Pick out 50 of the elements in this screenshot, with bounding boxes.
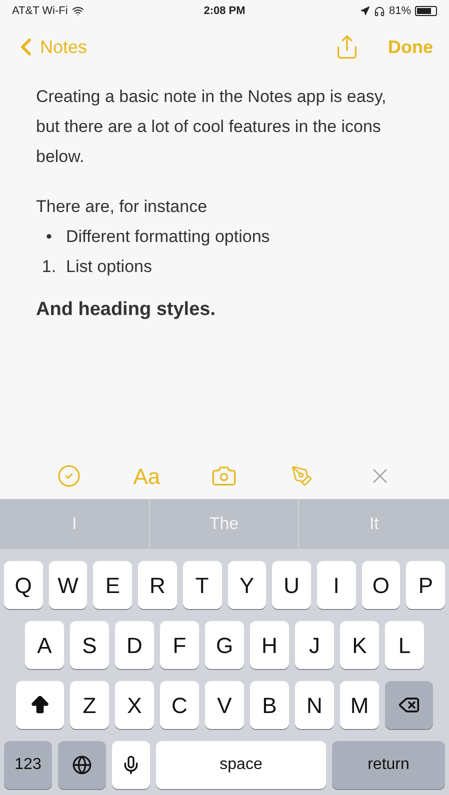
list-marker: 1. — [40, 256, 58, 278]
letter-key[interactable]: O — [362, 561, 400, 609]
globe-icon — [72, 755, 92, 775]
return-key[interactable]: return — [332, 741, 445, 789]
checkmark-circle-icon — [56, 464, 81, 488]
space-key[interactable]: space — [156, 741, 326, 789]
microphone-key[interactable] — [112, 741, 150, 789]
list-marker: • — [45, 226, 53, 248]
letter-key[interactable]: R — [138, 561, 177, 609]
letter-key[interactable]: I — [316, 561, 356, 609]
letter-key[interactable]: L — [385, 621, 424, 669]
letter-key[interactable]: B — [250, 681, 289, 729]
carrier-label: AT&T Wi-Fi — [12, 4, 68, 19]
pen-icon — [291, 465, 314, 487]
headphones-icon — [374, 6, 385, 16]
note-paragraph: There are, for instance — [36, 196, 208, 218]
letter-key[interactable]: S — [70, 621, 109, 669]
letter-key[interactable]: P — [406, 561, 446, 609]
letter-key[interactable]: E — [93, 561, 132, 609]
location-icon — [360, 6, 370, 16]
shift-icon — [29, 694, 51, 716]
letter-key[interactable]: V — [205, 681, 244, 729]
letter-key[interactable]: G — [205, 621, 244, 669]
letter-key[interactable]: X — [115, 681, 154, 729]
letter-key[interactable]: C — [160, 681, 199, 729]
letter-key[interactable]: Q — [4, 561, 43, 609]
letter-key[interactable]: D — [115, 621, 154, 669]
shift-key[interactable] — [16, 681, 64, 729]
letter-key[interactable]: W — [48, 561, 88, 609]
battery-icon — [414, 6, 437, 16]
note-paragraph: Creating a basic note in the Notes app is easy, but there are a lot of cool features in the icons below. — [36, 86, 388, 168]
letter-key[interactable]: K — [340, 621, 379, 669]
list-item-text: Different formatting options — [66, 226, 270, 248]
list-item-text: List options — [66, 256, 152, 278]
letter-key[interactable]: Y — [228, 561, 266, 609]
globe-key[interactable] — [58, 741, 106, 789]
letter-key[interactable]: H — [250, 621, 289, 669]
delete-key[interactable] — [385, 681, 433, 729]
letter-key[interactable]: Z — [70, 681, 109, 729]
letter-key[interactable]: N — [295, 681, 334, 729]
letter-key[interactable]: T — [182, 561, 222, 609]
note-heading: And heading styles. — [36, 298, 216, 322]
letter-key[interactable]: U — [272, 561, 311, 609]
clock-time: 2:08 PM — [204, 4, 246, 19]
letter-key[interactable]: F — [160, 621, 199, 669]
letter-key[interactable]: J — [295, 621, 334, 669]
numbers-key[interactable]: 123 — [4, 741, 52, 789]
letter-key[interactable]: M — [340, 681, 379, 729]
battery-percent: 81% — [388, 4, 411, 19]
letter-key[interactable]: A — [25, 621, 64, 669]
